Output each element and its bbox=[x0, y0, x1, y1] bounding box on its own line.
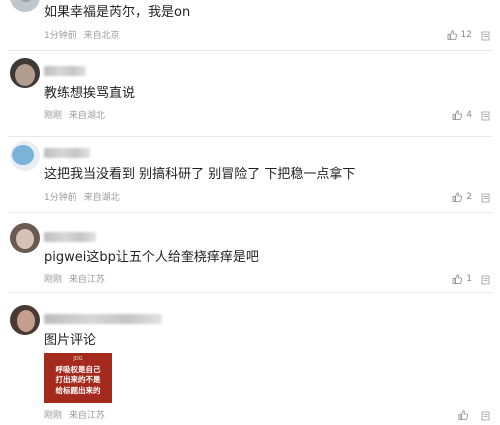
username-blurred[interactable] bbox=[44, 232, 96, 242]
comment-image[interactable]: JDG 呼吸权是自己 打出来的不是 给标题出来的 bbox=[44, 353, 112, 403]
comment-time: 刚刚 bbox=[44, 411, 63, 421]
avatar[interactable] bbox=[10, 0, 40, 12]
thumbs-up-icon bbox=[447, 30, 457, 40]
comment-time: 刚刚 bbox=[44, 275, 63, 285]
username-blurred[interactable] bbox=[44, 148, 90, 158]
comment-location: 来自北京 bbox=[83, 31, 120, 41]
more-options-icon[interactable] bbox=[481, 193, 490, 203]
thumbs-up-icon bbox=[452, 192, 463, 202]
comment-time: 1分钟前 bbox=[44, 193, 77, 203]
like-count: 12 bbox=[460, 30, 472, 40]
comment-location: 来自江苏 bbox=[68, 411, 105, 421]
comment-text: 图片评论 bbox=[44, 333, 97, 348]
like-button[interactable]: 4 bbox=[452, 110, 472, 120]
comment-text: 如果幸福是芮尔，我是on bbox=[44, 5, 191, 20]
thumbs-up-icon bbox=[452, 274, 463, 284]
comment-meta: 刚刚 来自江苏 bbox=[44, 274, 109, 286]
like-button[interactable]: 12 bbox=[447, 30, 472, 40]
comment-item: pigwei这bp让五个人给奎桡痒痒是吧 刚刚 来自江苏 1 bbox=[0, 212, 500, 292]
comment-time: 1分钟前 bbox=[44, 31, 77, 41]
comment-time: 刚刚 bbox=[44, 111, 63, 121]
comment-text: 教练想挨骂直说 bbox=[44, 86, 136, 101]
avatar[interactable] bbox=[10, 305, 40, 335]
like-count: 2 bbox=[466, 192, 472, 202]
comment-item: 这把我当没看到 别搞科研了 别冒险了 下把稳一点拿下 1分钟前 来自湖北 2 bbox=[0, 136, 500, 212]
more-options-icon[interactable] bbox=[481, 411, 490, 421]
thumbs-up-icon bbox=[452, 110, 463, 120]
like-button[interactable] bbox=[458, 410, 472, 420]
comment-location: 来自江苏 bbox=[68, 275, 105, 285]
comment-meta: 刚刚 来自湖北 bbox=[44, 110, 109, 122]
like-button[interactable]: 2 bbox=[452, 192, 472, 202]
comment-item: 如果幸福是芮尔，我是on 1分钟前 来自北京 12 bbox=[0, 0, 500, 50]
comment-item: 教练想挨骂直说 刚刚 来自湖北 4 bbox=[0, 50, 500, 136]
more-options-icon[interactable] bbox=[481, 31, 490, 41]
image-caption-line: 呼吸权是自己 bbox=[55, 365, 101, 374]
like-count: 4 bbox=[466, 110, 472, 120]
thumbs-up-icon bbox=[458, 410, 468, 420]
comment-list: 如果幸福是芮尔，我是on 1分钟前 来自北京 12 教练想挨骂直说 刚刚 来自湖… bbox=[0, 0, 500, 425]
more-options-icon[interactable] bbox=[481, 111, 490, 121]
comment-location: 来自湖北 bbox=[83, 193, 120, 203]
comment-meta: 1分钟前 来自湖北 bbox=[44, 192, 124, 204]
username-blurred[interactable] bbox=[44, 314, 162, 324]
comment-meta: 1分钟前 来自北京 bbox=[44, 30, 124, 42]
image-caption-line: 给标题出来的 bbox=[55, 386, 101, 395]
image-brand-text: JDG bbox=[73, 356, 83, 362]
image-caption-line: 打出来的不是 bbox=[55, 375, 101, 384]
like-count: 1 bbox=[466, 274, 472, 284]
comment-text: 这把我当没看到 别搞科研了 别冒险了 下把稳一点拿下 bbox=[44, 167, 356, 182]
like-button[interactable]: 1 bbox=[452, 274, 472, 284]
comment-meta: 刚刚 来自江苏 bbox=[44, 410, 109, 422]
comment-text: pigwei这bp让五个人给奎桡痒痒是吧 bbox=[44, 250, 259, 265]
username-blurred[interactable] bbox=[44, 66, 86, 76]
comment-location: 来自湖北 bbox=[68, 111, 105, 121]
avatar[interactable] bbox=[10, 223, 40, 253]
avatar[interactable] bbox=[10, 58, 40, 88]
more-options-icon[interactable] bbox=[481, 275, 490, 285]
avatar[interactable] bbox=[10, 141, 40, 171]
